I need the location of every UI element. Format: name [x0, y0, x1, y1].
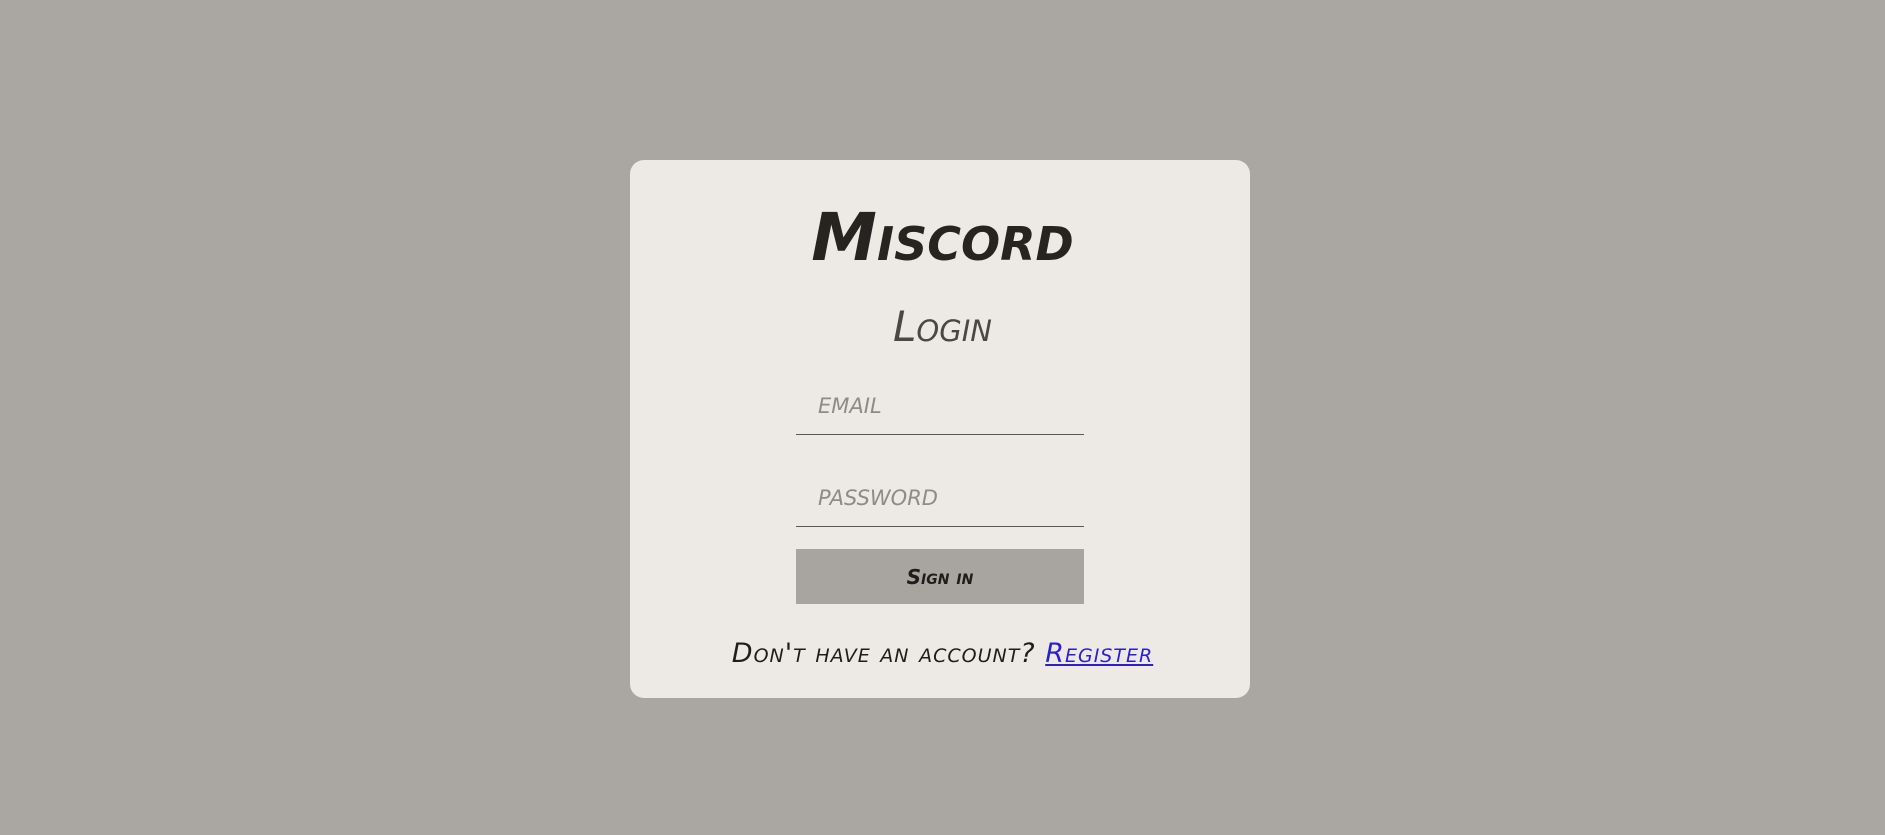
login-page: Miscord Login Sign in Don't have an acco… — [0, 0, 1885, 835]
sign-in-button[interactable]: Sign in — [796, 549, 1084, 604]
register-prompt: Don't have an account? Register — [0, 635, 1885, 673]
app-logo-title: Miscord — [811, 199, 1074, 276]
email-input[interactable] — [796, 377, 1084, 435]
login-heading: Login — [893, 302, 992, 351]
register-prompt-text: Don't have an account? — [731, 638, 1036, 669]
register-link[interactable]: Register — [1045, 638, 1153, 669]
password-input[interactable] — [796, 469, 1084, 527]
